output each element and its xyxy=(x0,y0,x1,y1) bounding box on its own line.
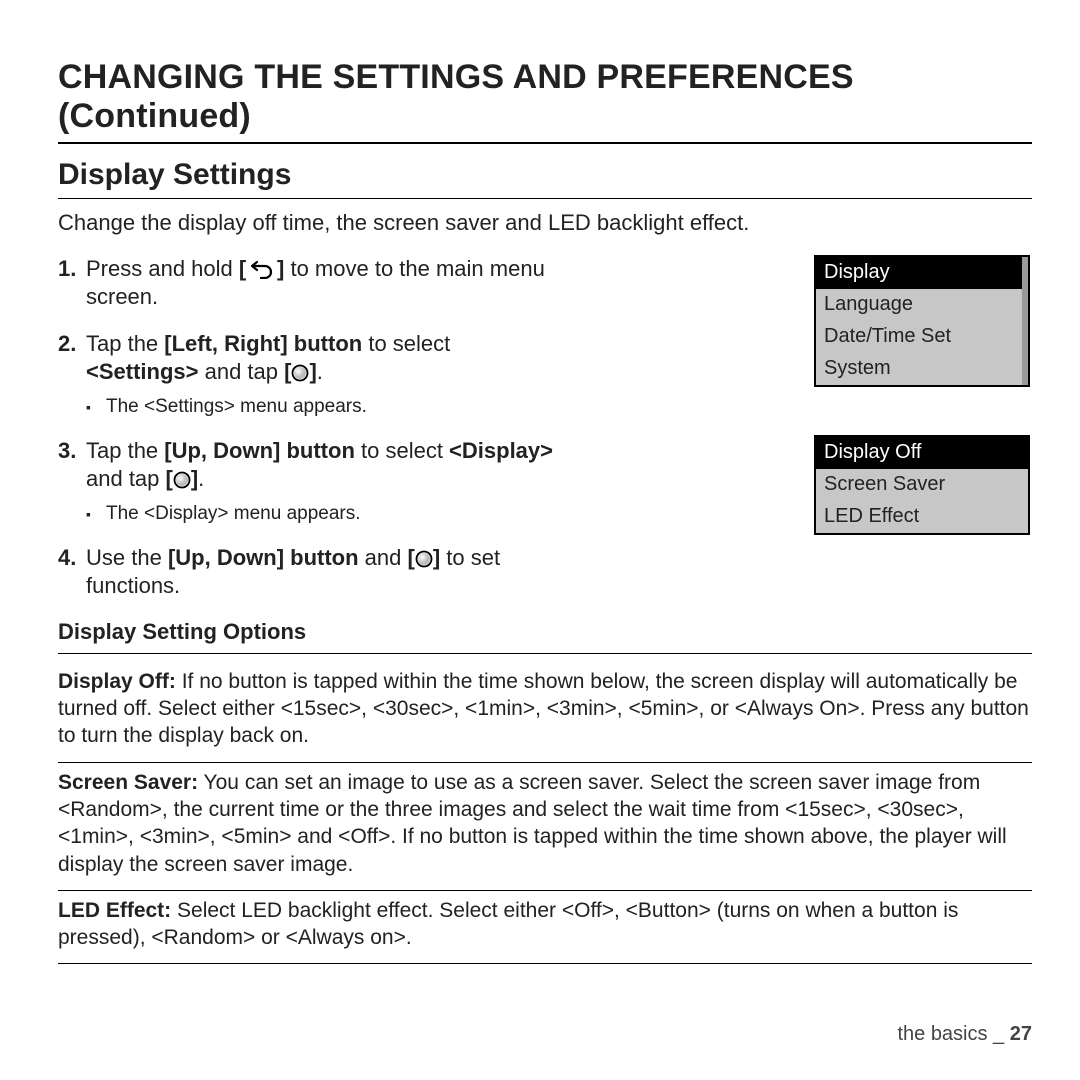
step-text: Tap the xyxy=(86,331,164,356)
manual-page: CHANGING THE SETTINGS AND PREFERENCES (C… xyxy=(0,0,1080,1080)
settings-menu-screenshot: Display Language Date/Time Set System xyxy=(814,255,1030,387)
bracket-close: ] xyxy=(309,359,316,384)
option-text: Select LED backlight effect. Select eith… xyxy=(58,899,958,949)
option-led-effect: LED Effect: Select LED backlight effect.… xyxy=(58,891,1032,965)
menu-item: System xyxy=(816,353,1022,385)
option-label: Screen Saver: xyxy=(58,771,198,794)
body-area: Display Language Date/Time Set System Di… xyxy=(58,255,1032,601)
step-text: and tap xyxy=(86,466,166,491)
menu-item-selected: Display Off xyxy=(816,437,1028,469)
step-bold: [Left, Right] button xyxy=(164,331,362,356)
option-display-off: Display Off: If no button is tapped with… xyxy=(58,662,1032,763)
page-number: 27 xyxy=(1010,1023,1032,1045)
step-bold: [Up, Down] button xyxy=(164,438,355,463)
option-label: LED Effect: xyxy=(58,899,171,922)
option-text: If no button is tapped within the time s… xyxy=(58,670,1029,748)
menu-item: LED Effect xyxy=(816,501,1028,533)
step-number: 2. xyxy=(58,330,76,359)
step-3: 3. Tap the [Up, Down] button to select <… xyxy=(58,437,558,526)
step-text: Use the xyxy=(86,545,168,570)
step-1: 1. Press and hold [ ] to move to the mai… xyxy=(58,255,558,312)
step-text: Tap the xyxy=(86,438,164,463)
menu-item: Screen Saver xyxy=(816,469,1028,501)
sub-step: The <Settings> menu appears. xyxy=(86,395,558,419)
step-text: and tap xyxy=(198,359,284,384)
option-text: You can set an image to use as a screen … xyxy=(58,771,1007,876)
option-screen-saver: Screen Saver: You can set an image to us… xyxy=(58,763,1032,891)
step-text: Press and hold xyxy=(86,256,239,281)
chapter-title: CHANGING THE SETTINGS AND PREFERENCES (C… xyxy=(58,58,1032,144)
step-number: 4. xyxy=(58,544,76,573)
step-bold: <Settings> xyxy=(86,359,198,384)
steps-list: 1. Press and hold [ ] to move to the mai… xyxy=(58,255,558,601)
section-title: Display Settings xyxy=(58,158,1032,199)
option-label: Display Off: xyxy=(58,670,176,693)
step-number: 1. xyxy=(58,255,76,284)
step-bold: <Display> xyxy=(449,438,553,463)
page-footer: the basics _ 27 xyxy=(897,1023,1032,1046)
step-text: . xyxy=(198,466,204,491)
back-icon xyxy=(251,261,273,279)
step-text: . xyxy=(317,359,323,384)
bracket-open: [ xyxy=(239,256,246,281)
step-number: 3. xyxy=(58,437,76,466)
menu-item: Language xyxy=(816,289,1022,321)
bracket-open: [ xyxy=(407,545,414,570)
options-title: Display Setting Options xyxy=(58,619,1032,654)
bracket-open: [ xyxy=(284,359,291,384)
menu-item: Date/Time Set xyxy=(816,321,1022,353)
select-button-icon xyxy=(291,364,309,382)
step-4: 4. Use the [Up, Down] button and [] to s… xyxy=(58,544,558,601)
step-bold: [Up, Down] button xyxy=(168,545,359,570)
select-button-icon xyxy=(173,471,191,489)
step-text: and xyxy=(359,545,408,570)
select-button-icon xyxy=(415,550,433,568)
step-text: to select xyxy=(355,438,449,463)
step-text: to select xyxy=(362,331,450,356)
display-menu-screenshot: Display Off Screen Saver LED Effect xyxy=(814,435,1030,535)
intro-text: Change the display off time, the screen … xyxy=(58,209,1032,237)
menu-item-selected: Display xyxy=(816,257,1022,289)
footer-section: the basics _ xyxy=(897,1023,1009,1045)
bracket-open: [ xyxy=(166,466,173,491)
step-2: 2. Tap the [Left, Right] button to selec… xyxy=(58,330,558,419)
sub-step: The <Display> menu appears. xyxy=(86,502,558,526)
